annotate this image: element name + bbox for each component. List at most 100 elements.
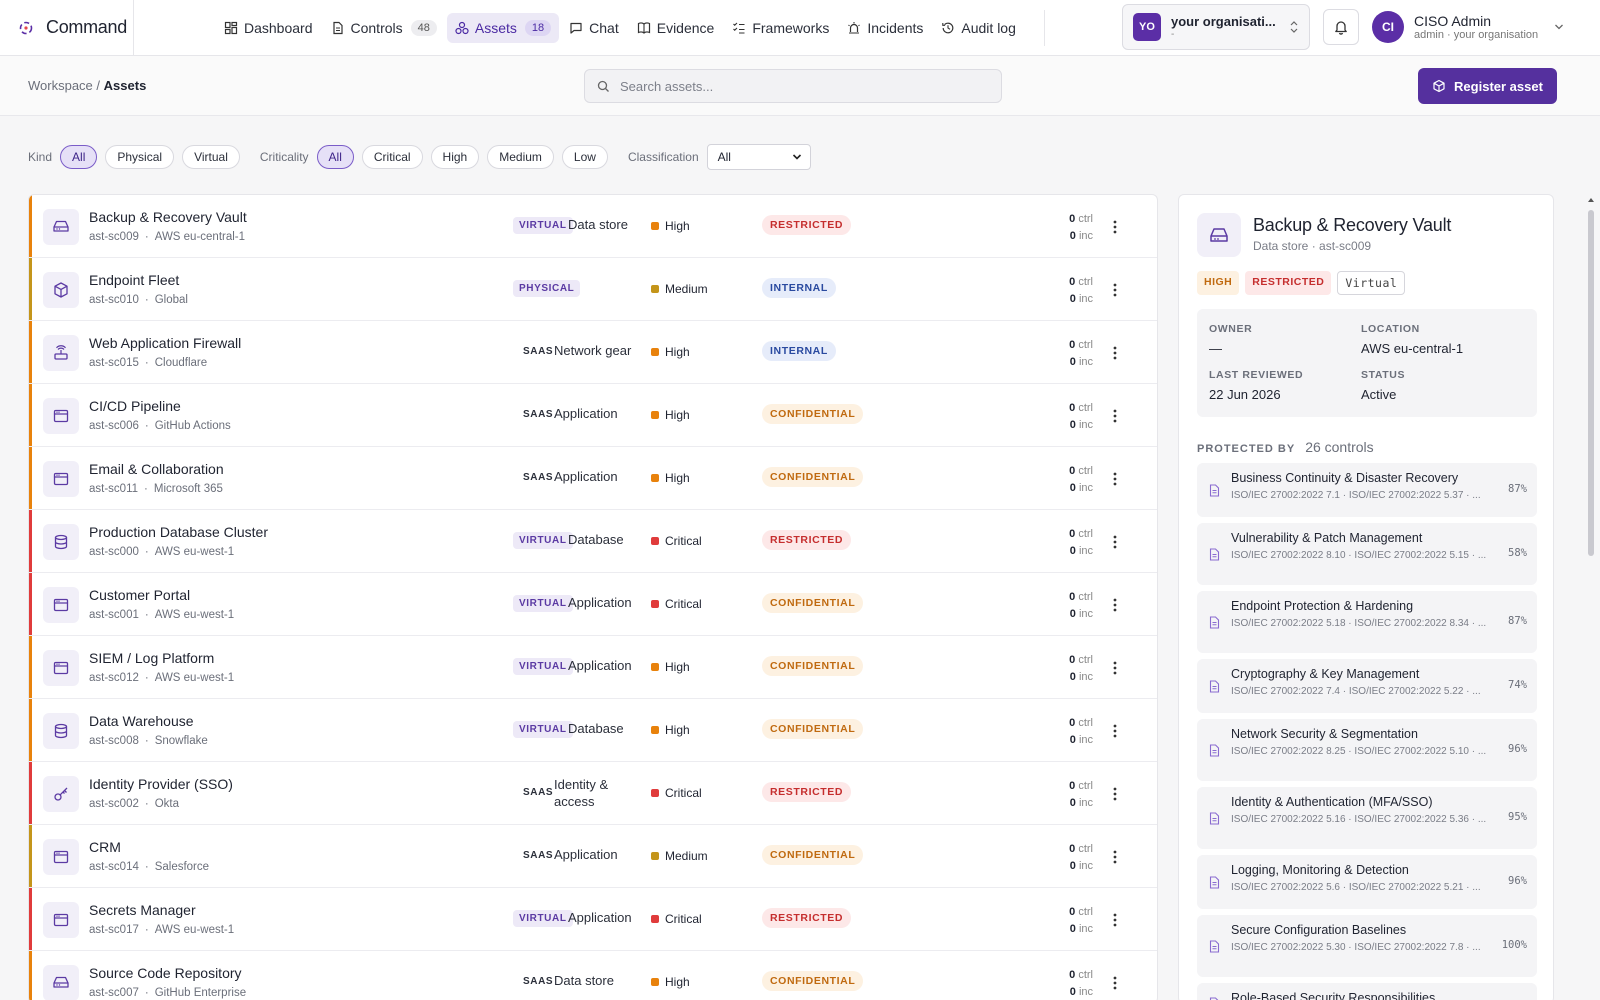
row-menu-button[interactable]: [1105, 343, 1125, 363]
row-menu-button[interactable]: [1105, 847, 1125, 867]
asset-meta: ast-sc002 · Okta: [89, 798, 179, 810]
control-card[interactable]: Role-Based Security Responsibilities: [1197, 983, 1537, 1000]
asset-row[interactable]: Backup & Recovery Vault ast-sc009 · AWS eu-…: [29, 195, 1157, 258]
asset-row[interactable]: Customer Portal ast-sc001 · AWS eu-west-1 VI…: [29, 573, 1157, 636]
scrollbar[interactable]: [1586, 194, 1596, 1000]
asset-name[interactable]: Endpoint Fleet: [89, 272, 179, 288]
classification-select[interactable]: All: [706, 144, 811, 170]
nav-label: Evidence: [656, 19, 715, 36]
asset-name[interactable]: Production Database Cluster: [89, 524, 268, 540]
nav-label: Controls: [350, 19, 403, 36]
asset-name[interactable]: CRM: [89, 839, 121, 855]
asset-row[interactable]: Email & Collaboration ast-sc011 · Microsoft…: [29, 447, 1157, 510]
control-card[interactable]: Identity & Authentication (MFA/SSO) ISO/I…: [1197, 787, 1537, 849]
search-box[interactable]: [584, 69, 1002, 103]
row-menu-button[interactable]: [1105, 973, 1125, 993]
criticality-chip-high[interactable]: High: [430, 145, 480, 169]
nav-frameworks[interactable]: Frameworks: [724, 13, 837, 43]
inc-count: 0: [1069, 419, 1076, 431]
kind-chip-physical[interactable]: Physical: [105, 145, 175, 169]
more-vertical-icon: [1113, 724, 1117, 738]
location-label: LOCATION: [1361, 323, 1420, 335]
row-menu-button[interactable]: [1105, 280, 1125, 300]
control-card[interactable]: Vulnerability & Patch Management ISO/IEC …: [1197, 523, 1537, 585]
register-asset-button[interactable]: Register asset: [1418, 68, 1557, 104]
asset-name[interactable]: Email & Collaboration: [89, 461, 224, 477]
nav-assets[interactable]: Assets 18: [446, 12, 560, 43]
asset-name[interactable]: Secrets Manager: [89, 902, 196, 918]
control-card[interactable]: Endpoint Protection & Hardening ISO/IEC 2…: [1197, 591, 1537, 653]
asset-row[interactable]: Web Application Firewall ast-sc015 · Cloudf…: [29, 321, 1157, 384]
asset-type: Application: [568, 658, 632, 673]
org-switcher[interactable]: YO your organisati... -: [1122, 4, 1310, 50]
kind-chip-virtual[interactable]: Virtual: [182, 145, 240, 169]
asset-name[interactable]: Source Code Repository: [89, 965, 242, 981]
brand[interactable]: Command: [0, 0, 134, 55]
asset-name[interactable]: Customer Portal: [89, 587, 190, 603]
inc-label: inc: [1078, 734, 1093, 746]
nav-audit-log[interactable]: Audit log: [933, 13, 1023, 43]
notifications-button[interactable]: [1323, 9, 1359, 45]
asset-id: ast-sc010: [89, 294, 139, 306]
document-icon: [1209, 616, 1220, 629]
nav-dashboard[interactable]: Dashboard: [216, 13, 321, 43]
row-menu-button[interactable]: [1105, 658, 1125, 678]
asset-row[interactable]: Secrets Manager ast-sc017 · AWS eu-west-1 VI…: [29, 888, 1157, 951]
criticality-indicator: High: [651, 471, 690, 485]
row-menu-button[interactable]: [1105, 217, 1125, 237]
row-menu-button[interactable]: [1105, 406, 1125, 426]
criticality-chip-critical[interactable]: Critical: [361, 145, 423, 169]
ctrl-count: 0: [1069, 717, 1076, 729]
criticality-chip-low[interactable]: Low: [561, 145, 608, 169]
asset-type: Database: [568, 721, 624, 736]
asset-row[interactable]: SIEM / Log Platform ast-sc012 · AWS eu-west…: [29, 636, 1157, 699]
asset-name[interactable]: Identity Provider (SSO): [89, 776, 233, 792]
asset-row[interactable]: Endpoint Fleet ast-sc010 · Global PHYSICAL Me…: [29, 258, 1157, 321]
asset-row[interactable]: Identity Provider (SSO) ast-sc002 · Okta SAA…: [29, 762, 1157, 825]
kind-chip-all[interactable]: All: [60, 145, 98, 169]
ctrl-label: ctrl: [1078, 969, 1093, 981]
asset-name[interactable]: CI/CD Pipeline: [89, 398, 181, 414]
asset-row[interactable]: Source Code Repository ast-sc007 · GitHub E…: [29, 951, 1157, 1000]
control-card[interactable]: Business Continuity & Disaster Recovery I…: [1197, 463, 1537, 517]
asset-name[interactable]: Data Warehouse: [89, 713, 194, 729]
row-menu-button[interactable]: [1105, 595, 1125, 615]
asset-row[interactable]: Production Database Cluster ast-sc000 · AWS…: [29, 510, 1157, 573]
row-menu-button[interactable]: [1105, 784, 1125, 804]
asset-row[interactable]: CI/CD Pipeline ast-sc006 · GitHub Actions SA…: [29, 384, 1157, 447]
asset-name[interactable]: Backup & Recovery Vault: [89, 209, 247, 225]
key-icon: [43, 776, 79, 812]
nav-incidents[interactable]: Incidents: [839, 13, 931, 43]
control-card[interactable]: Logging, Monitoring & Detection ISO/IEC 2…: [1197, 855, 1537, 909]
criticality-bar: [29, 699, 32, 761]
criticality-chip-medium[interactable]: Medium: [487, 145, 554, 169]
search-input[interactable]: [620, 78, 980, 94]
control-card[interactable]: Cryptography & Key Management ISO/IEC 270…: [1197, 659, 1537, 713]
app-window-icon: [43, 461, 79, 497]
asset-meta: ast-sc010 · Global: [89, 294, 188, 306]
asset-meta: ast-sc006 · GitHub Actions: [89, 420, 231, 432]
row-menu-button[interactable]: [1105, 469, 1125, 489]
criticality-chip-all[interactable]: All: [316, 145, 354, 169]
asset-counts: 0 ctrl 0 inc: [1049, 841, 1093, 875]
control-card[interactable]: Network Security & Segmentation ISO/IEC 2…: [1197, 719, 1537, 781]
control-name: Cryptography & Key Management: [1231, 667, 1420, 681]
asset-row[interactable]: Data Warehouse ast-sc008 · Snowflake VIRTUAL…: [29, 699, 1157, 762]
app-window-icon: [43, 587, 79, 623]
nav-chat[interactable]: Chat: [561, 13, 627, 43]
row-menu-button[interactable]: [1105, 721, 1125, 741]
nav-controls[interactable]: Controls 48: [323, 13, 445, 43]
breadcrumb-root[interactable]: Workspace: [28, 78, 93, 93]
scrollbar-thumb[interactable]: [1588, 210, 1594, 556]
asset-row[interactable]: CRM ast-sc014 · Salesforce SAAS Application Me…: [29, 825, 1157, 888]
row-menu-button[interactable]: [1105, 910, 1125, 930]
criticality-bar: [29, 195, 32, 257]
control-card[interactable]: Secure Configuration Baselines ISO/IEC 27…: [1197, 915, 1537, 977]
asset-name[interactable]: Web Application Firewall: [89, 335, 241, 351]
nav-evidence[interactable]: Evidence: [629, 13, 723, 43]
asset-counts: 0 ctrl 0 inc: [1049, 274, 1093, 308]
row-menu-button[interactable]: [1105, 532, 1125, 552]
asset-name[interactable]: SIEM / Log Platform: [89, 650, 214, 666]
user-menu[interactable]: CI CISO Admin admin · your organisation: [1372, 11, 1564, 43]
hard-drive-icon: [43, 209, 79, 245]
